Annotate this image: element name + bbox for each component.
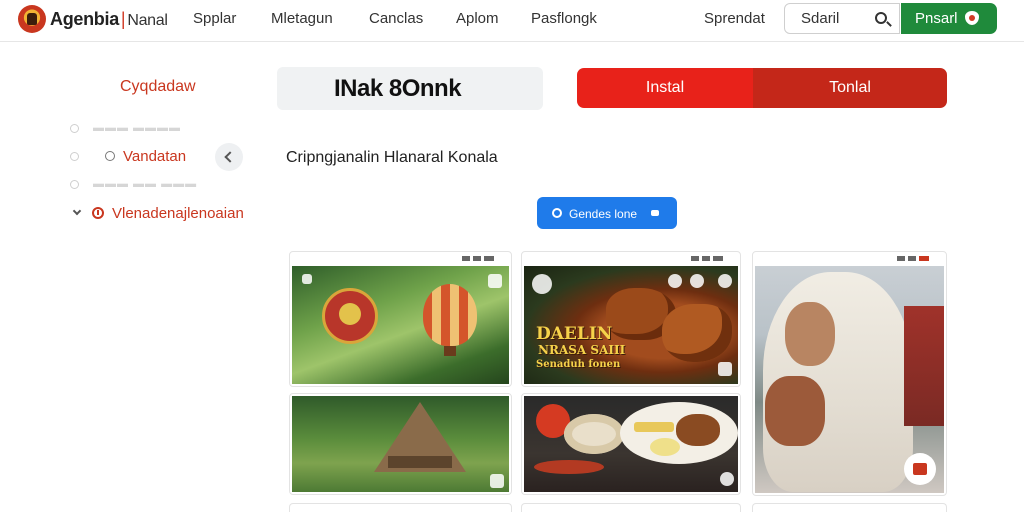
plate-image-2 bbox=[620, 402, 738, 464]
brand-logo-icon[interactable] bbox=[18, 5, 46, 33]
collapse-sidebar-button[interactable] bbox=[215, 143, 243, 171]
card-image: DAELIN NRASA SAIII Senaduh fonen bbox=[524, 266, 738, 384]
camera-icon bbox=[651, 210, 659, 216]
sidebar-item-label: Vlenadenajlenoaian bbox=[112, 204, 244, 222]
hands-shape bbox=[765, 376, 825, 446]
brand-name[interactable]: Agenbia | Nanal bbox=[50, 9, 168, 30]
plate-image-3 bbox=[534, 460, 604, 474]
background-building bbox=[904, 306, 944, 426]
search-icon bbox=[105, 151, 115, 162]
card-overlay-caption: Senaduh fonen bbox=[536, 359, 621, 370]
radio-icon bbox=[70, 123, 79, 133]
nav-link-1[interactable]: Spplar bbox=[193, 10, 236, 27]
hot-air-balloon-icon bbox=[423, 284, 477, 346]
card-overlay-title: DAELIN bbox=[536, 324, 613, 344]
face-shape bbox=[785, 302, 835, 366]
card-tropical-balloon[interactable] bbox=[289, 251, 512, 387]
power-icon bbox=[92, 207, 104, 220]
globe-icon bbox=[552, 208, 562, 218]
faint-label: ▬▬▬ ▬▬ ▬▬▬ bbox=[93, 178, 198, 191]
card-thatched-hut[interactable] bbox=[289, 393, 512, 495]
nav-link-4[interactable]: Aplom bbox=[456, 10, 499, 27]
chevron-down-icon[interactable] bbox=[72, 206, 82, 216]
status-bar bbox=[688, 256, 734, 262]
card-row-next[interactable] bbox=[289, 503, 512, 512]
card-image bbox=[755, 266, 944, 493]
plate-image-1 bbox=[564, 414, 624, 454]
heart-icon[interactable] bbox=[718, 274, 732, 288]
sidebar-item-placeholder-2[interactable]: ▬▬▬ ▬▬ ▬▬▬ bbox=[70, 175, 197, 192]
sidebar-title: Cyqdadaw bbox=[120, 78, 196, 95]
card-row-next[interactable] bbox=[752, 503, 947, 512]
nav-link-2[interactable]: Mletagun bbox=[271, 10, 333, 27]
card-image bbox=[292, 266, 509, 384]
page-title-box: INak 8Onnk bbox=[277, 67, 543, 110]
faint-label: ▬▬▬ ▬▬▬▬ bbox=[93, 122, 182, 135]
section-subtitle: Cripngjanalin Hlanaral Konala bbox=[286, 149, 498, 166]
search-icon[interactable] bbox=[875, 12, 887, 24]
primary-action-button[interactable]: Pnsarl bbox=[901, 3, 997, 34]
tab-instal[interactable]: Instal bbox=[577, 68, 753, 108]
card-row-next[interactable] bbox=[521, 503, 741, 512]
card-overlay-subtitle: NRASA SAIII bbox=[538, 343, 626, 357]
sidebar-item-placeholder-1[interactable]: ▬▬▬ ▬▬▬▬ bbox=[70, 119, 181, 136]
clock-icon bbox=[668, 274, 682, 288]
primary-action-label: Pnsarl bbox=[915, 10, 958, 27]
play-icon[interactable] bbox=[720, 472, 734, 486]
genres-button[interactable]: Gendes lone bbox=[537, 197, 677, 229]
video-icon[interactable] bbox=[718, 362, 732, 376]
page-title: INak 8Onnk bbox=[334, 75, 462, 102]
genres-button-label: Gendes lone bbox=[569, 207, 638, 221]
card-image bbox=[524, 396, 738, 492]
card-food-plates[interactable] bbox=[521, 393, 741, 495]
radio-icon bbox=[70, 179, 79, 189]
sidebar-item-vandatan[interactable]: Vandatan bbox=[70, 147, 186, 165]
emblem-icon bbox=[322, 288, 378, 344]
nav-link-right[interactable]: Sprendat bbox=[704, 10, 765, 27]
video-icon[interactable] bbox=[490, 474, 504, 488]
sidebar-item-expanded[interactable]: Vlenadenajlenoaian bbox=[70, 204, 244, 222]
camera-icon bbox=[690, 274, 704, 288]
card-grilled-meat[interactable]: DAELIN NRASA SAIII Senaduh fonen bbox=[521, 251, 741, 387]
search-input-value: Sdaril bbox=[801, 10, 840, 27]
card-image bbox=[292, 396, 509, 492]
avatar[interactable] bbox=[532, 274, 552, 294]
radio-icon bbox=[70, 151, 79, 161]
nav-link-3[interactable]: Canclas bbox=[369, 10, 423, 27]
bookmark-icon[interactable] bbox=[488, 274, 502, 288]
status-bar bbox=[894, 256, 940, 262]
nav-link-5[interactable]: Pasflongk bbox=[531, 10, 597, 27]
hut-base-shape bbox=[388, 456, 452, 468]
tab-tonlal[interactable]: Tonlal bbox=[753, 68, 947, 108]
search-input[interactable]: Sdaril bbox=[784, 3, 900, 34]
top-navigation-bar: Agenbia | Nanal Spplar Mletagun Canclas Ap… bbox=[0, 0, 1024, 42]
status-bar bbox=[459, 256, 505, 262]
shield-icon bbox=[965, 11, 979, 25]
badge-icon bbox=[302, 274, 312, 284]
grilled-meat-image-2 bbox=[662, 304, 732, 362]
record-badge-icon[interactable] bbox=[904, 453, 936, 485]
tab-label: Tonlal bbox=[829, 79, 871, 96]
sidebar-item-label: Vandatan bbox=[123, 147, 187, 165]
card-woman-hijab[interactable] bbox=[752, 251, 947, 496]
tab-label: Instal bbox=[645, 79, 685, 96]
